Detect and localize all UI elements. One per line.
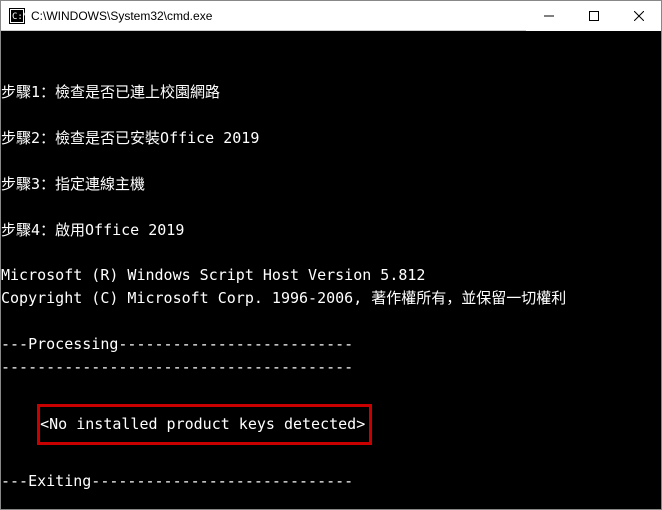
window-controls [526,1,661,30]
terminal-line: Microsoft (R) Windows Script Host Versio… [1,264,661,287]
terminal-block-1: 步驟1：檢查是否已連上校園網路 步驟2：檢查是否已安裝Office 2019 步… [1,81,661,379]
terminal-line: 步驟1：檢查是否已連上校園網路 [1,81,661,104]
terminal-line: ---Exiting----------------------------- [1,470,661,493]
terminal-block-2: ---Exiting----------------------------- … [1,470,661,509]
error-text: <No installed product keys detected> [40,415,365,433]
terminal-line: Copyright (C) Microsoft Corp. 1996-2006,… [1,287,661,310]
cmd-window: C:\ C:\WINDOWS\System32\cmd.exe 步驟1：檢查是否… [0,0,662,510]
titlebar[interactable]: C:\ C:\WINDOWS\System32\cmd.exe [1,1,661,31]
terminal-line [1,196,661,219]
terminal-line [1,310,661,333]
terminal-line: 步驟2：檢查是否已安裝Office 2019 [1,127,661,150]
close-button[interactable] [616,1,661,31]
terminal-line [1,493,661,509]
svg-text:C:\: C:\ [12,12,25,22]
cmd-icon: C:\ [9,8,25,24]
terminal-line [1,241,661,264]
terminal-output[interactable]: 步驟1：檢查是否已連上校園網路 步驟2：檢查是否已安裝Office 2019 步… [1,31,661,509]
terminal-line: --------------------------------------- [1,356,661,379]
terminal-line: ---Processing-------------------------- [1,333,661,356]
terminal-line [1,104,661,127]
maximize-button[interactable] [571,1,616,31]
terminal-line [1,150,661,173]
terminal-line: 步驟4：啟用Office 2019 [1,219,661,242]
terminal-line: 步驟3：指定連線主機 [1,173,661,196]
minimize-button[interactable] [526,1,571,31]
error-highlight: <No installed product keys detected> [37,404,372,445]
window-title: C:\WINDOWS\System32\cmd.exe [31,9,526,23]
